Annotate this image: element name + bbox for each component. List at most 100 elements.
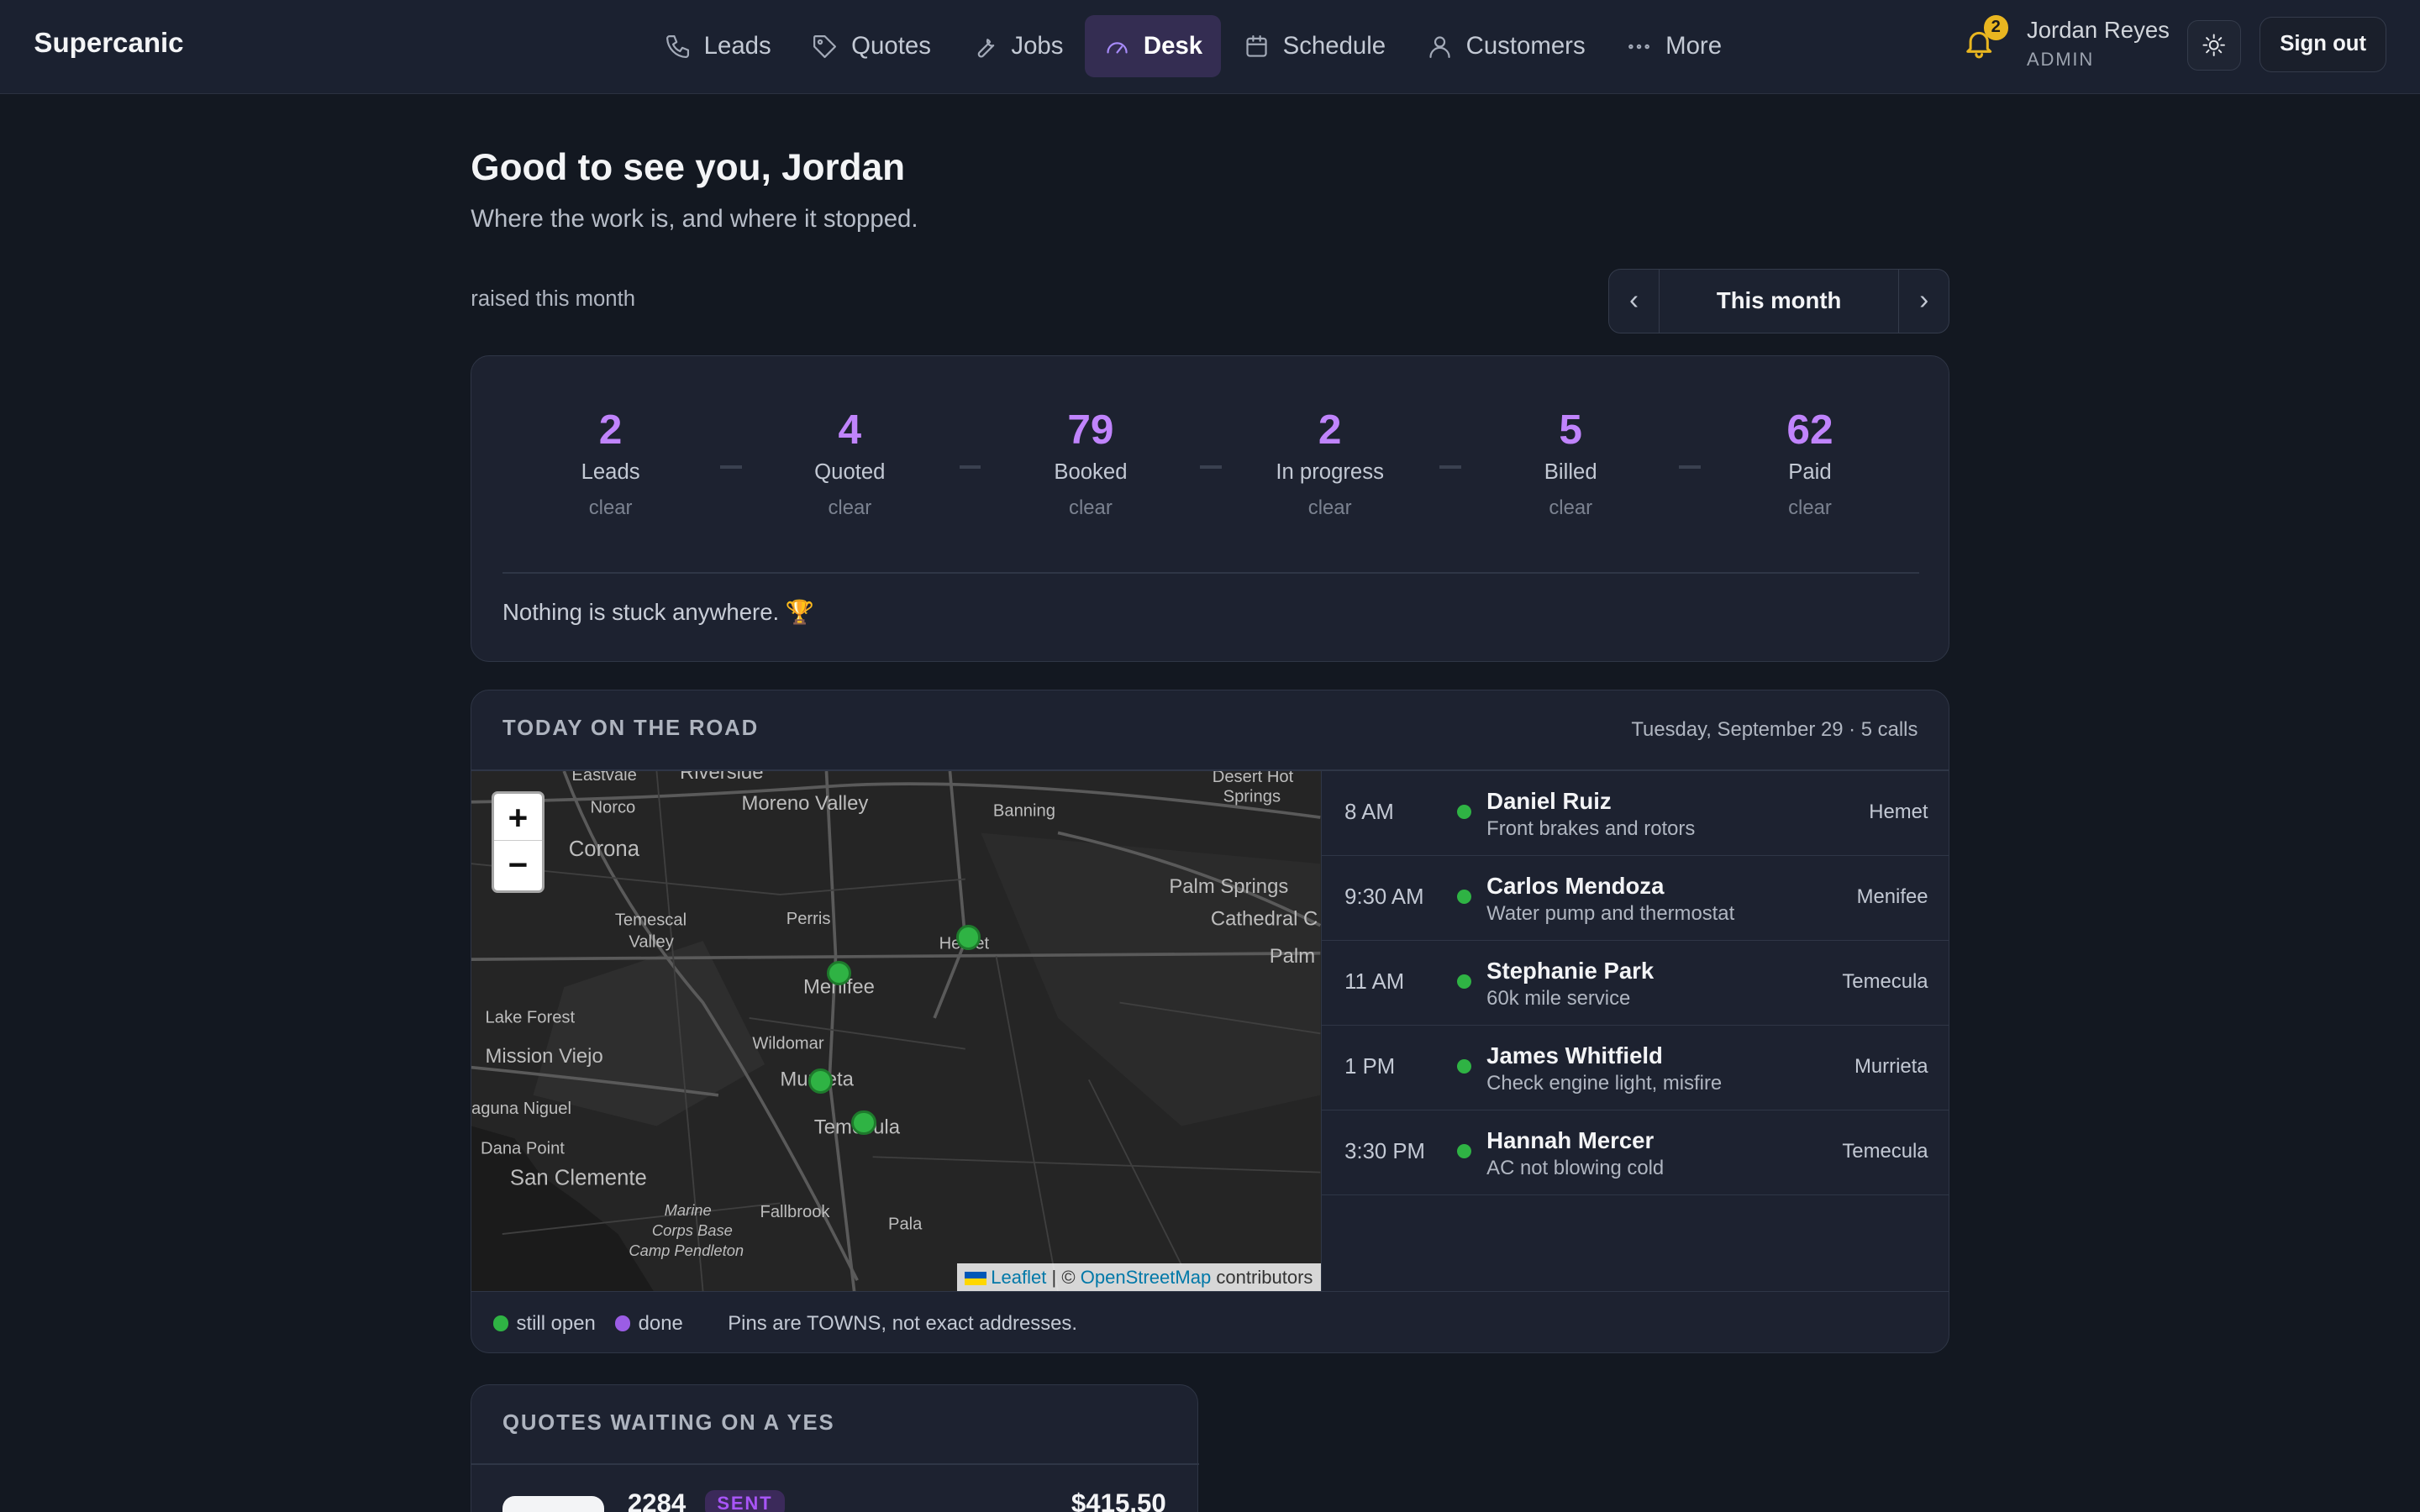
status-dot xyxy=(1457,1059,1471,1074)
map-label-laguna-niguel: aguna Niguel xyxy=(471,1099,571,1117)
stage-count: 62 xyxy=(1786,406,1833,454)
period-selector: ‹ This month › xyxy=(1608,268,1950,333)
leaflet-link[interactable]: Leaflet xyxy=(991,1267,1046,1288)
stage-count: 2 xyxy=(598,406,623,454)
stage-divider xyxy=(1678,465,1701,469)
map-label-marine-2: Corps Base xyxy=(652,1221,733,1239)
call-job: Water pump and thermostat xyxy=(1486,901,1735,925)
user-icon xyxy=(1429,35,1450,58)
stuck-message: Nothing is stuck anywhere. 🏆 xyxy=(502,598,815,625)
stage-count: 4 xyxy=(838,406,862,454)
pipeline-stage-leads[interactable]: 2 Leads clear xyxy=(526,405,696,520)
brand-logo[interactable]: Supercanic xyxy=(34,28,183,60)
user-info[interactable]: Jordan Reyes ADMIN xyxy=(2027,17,2170,71)
map-pin-temecula[interactable] xyxy=(851,1110,876,1136)
page-title: Good to see you, Jordan xyxy=(471,146,906,188)
zoom-in-button[interactable]: + xyxy=(494,794,542,842)
call-row[interactable]: 11 AM Stephanie Park 60k mile service Te… xyxy=(1321,941,1949,1026)
map-pin-menifee[interactable] xyxy=(826,960,852,985)
legend-note: Pins are TOWNS, not exact addresses. xyxy=(728,1311,1078,1335)
map-label-norco: Norco xyxy=(591,798,636,816)
call-time: 11 AM xyxy=(1344,969,1405,994)
map-label-temescal-2: Valley xyxy=(629,932,675,951)
nav-item-schedule[interactable]: Schedule xyxy=(1224,15,1404,76)
map-label-wildomar: Wildomar xyxy=(753,1034,825,1053)
done-dot-icon xyxy=(615,1315,631,1331)
notifications-button[interactable]: 2 xyxy=(1962,15,2008,63)
nav-label: Leads xyxy=(703,32,771,60)
period-next-button[interactable]: › xyxy=(1899,270,1949,333)
stage-status: clear xyxy=(588,496,633,520)
call-job: 60k mile service xyxy=(1486,986,1631,1010)
period-label[interactable]: This month xyxy=(1658,269,1900,333)
map-zoom-control: + − xyxy=(492,790,544,893)
stage-divider xyxy=(1439,465,1461,469)
call-row[interactable]: 9:30 AM Carlos Mendoza Water pump and th… xyxy=(1321,856,1949,941)
road-date-summary: Tuesday, September 29 · 5 calls xyxy=(1631,718,1918,742)
call-town: Temecula xyxy=(1842,969,1928,993)
call-customer-name: Stephanie Park xyxy=(1486,957,1655,984)
nav-item-desk[interactable]: Desk xyxy=(1085,15,1222,77)
map-label-dana-point: Dana Point xyxy=(481,1139,565,1158)
stage-label: Leads xyxy=(581,459,640,484)
quote-amount: $415.50 xyxy=(1071,1488,1166,1512)
user-role: ADMIN xyxy=(2026,48,2095,70)
call-row[interactable]: 8 AM Daniel Ruiz Front brakes and rotors… xyxy=(1321,771,1949,856)
phone-icon xyxy=(666,34,689,58)
page-subtitle: Where the work is, and where it stopped. xyxy=(471,205,918,234)
stage-divider xyxy=(959,465,981,469)
calendar-icon xyxy=(1246,34,1267,57)
theme-toggle-button[interactable] xyxy=(2187,19,2242,71)
top-bar: Supercanic Leads Quotes Jobs Desk Schedu… xyxy=(0,0,2420,95)
map-pin-murrieta[interactable] xyxy=(808,1068,834,1094)
osm-link[interactable]: OpenStreetMap xyxy=(1081,1267,1212,1288)
nav-item-customers[interactable]: Customers xyxy=(1407,15,1604,76)
call-job: AC not blowing cold xyxy=(1486,1156,1665,1179)
call-customer-name: Daniel Ruiz xyxy=(1486,787,1612,814)
vehicle-thumbnail xyxy=(502,1496,605,1512)
nav-item-leads[interactable]: Leads xyxy=(645,15,790,76)
legend-done: done xyxy=(615,1312,683,1336)
stage-divider xyxy=(1200,465,1223,469)
call-town: Murrieta xyxy=(1854,1054,1928,1078)
pipeline-stage-paid[interactable]: 62 Paid clear xyxy=(1725,405,1895,520)
map-label-palm: Palm xyxy=(1270,944,1315,967)
map-pin-hemet[interactable] xyxy=(956,925,981,950)
call-time: 1 PM xyxy=(1344,1054,1396,1079)
pipeline-stage-quoted[interactable]: 4 Quoted clear xyxy=(765,405,934,520)
route-map[interactable]: Eastvale Riverside Norco Moreno Valley B… xyxy=(471,770,1321,1291)
call-customer-name: James Whitfield xyxy=(1486,1042,1663,1068)
stage-status: clear xyxy=(1307,496,1352,520)
call-row[interactable]: 1 PM James Whitfield Check engine light,… xyxy=(1321,1026,1949,1110)
nav-item-quotes[interactable]: Quotes xyxy=(792,15,950,76)
flag-icon xyxy=(965,1271,986,1286)
pipeline-stage-booked[interactable]: 79 Booked clear xyxy=(1006,405,1176,520)
call-town: Temecula xyxy=(1842,1139,1928,1163)
stage-label: Paid xyxy=(1788,459,1832,484)
zoom-out-button[interactable]: − xyxy=(494,841,541,889)
calls-list: 8 AM Daniel Ruiz Front brakes and rotors… xyxy=(1320,770,1949,1291)
map-label-temescal-1: Temescal xyxy=(615,911,687,929)
nav-label: Customers xyxy=(1465,32,1586,60)
call-customer-name: Carlos Mendoza xyxy=(1486,872,1665,899)
notification-count-badge: 2 xyxy=(1983,15,2008,40)
pipeline-divider xyxy=(502,571,1920,574)
nav-item-jobs[interactable]: Jobs xyxy=(953,15,1082,76)
map-label-perris: Perris xyxy=(786,910,831,928)
legend-open-label: still open xyxy=(516,1311,596,1335)
raised-label: raised this month xyxy=(471,286,636,311)
pipeline-stage-billed[interactable]: 5 Billed clear xyxy=(1486,405,1655,520)
pipeline-stage-in-progress[interactable]: 2 In progress clear xyxy=(1245,405,1415,520)
map-label-marine-3: Camp Pendleton xyxy=(629,1241,744,1258)
call-row[interactable]: 3:30 PM Hannah Mercer AC not blowing col… xyxy=(1321,1110,1949,1195)
stage-count: 2 xyxy=(1318,406,1342,454)
nav-label: Quotes xyxy=(851,32,931,60)
map-label-marine-1: Marine xyxy=(665,1201,712,1219)
nav-item-more[interactable]: More xyxy=(1607,15,1740,76)
sign-out-button[interactable]: Sign out xyxy=(2260,17,2386,73)
map-label-cathedral-city: Cathedral C xyxy=(1211,907,1318,930)
pipeline-card: 2 Leads clear 4 Quoted clear 79 Booked c… xyxy=(471,354,1950,663)
stage-count: 79 xyxy=(1067,406,1114,454)
nav-label: Jobs xyxy=(1011,32,1064,60)
period-prev-button[interactable]: ‹ xyxy=(1609,270,1659,333)
